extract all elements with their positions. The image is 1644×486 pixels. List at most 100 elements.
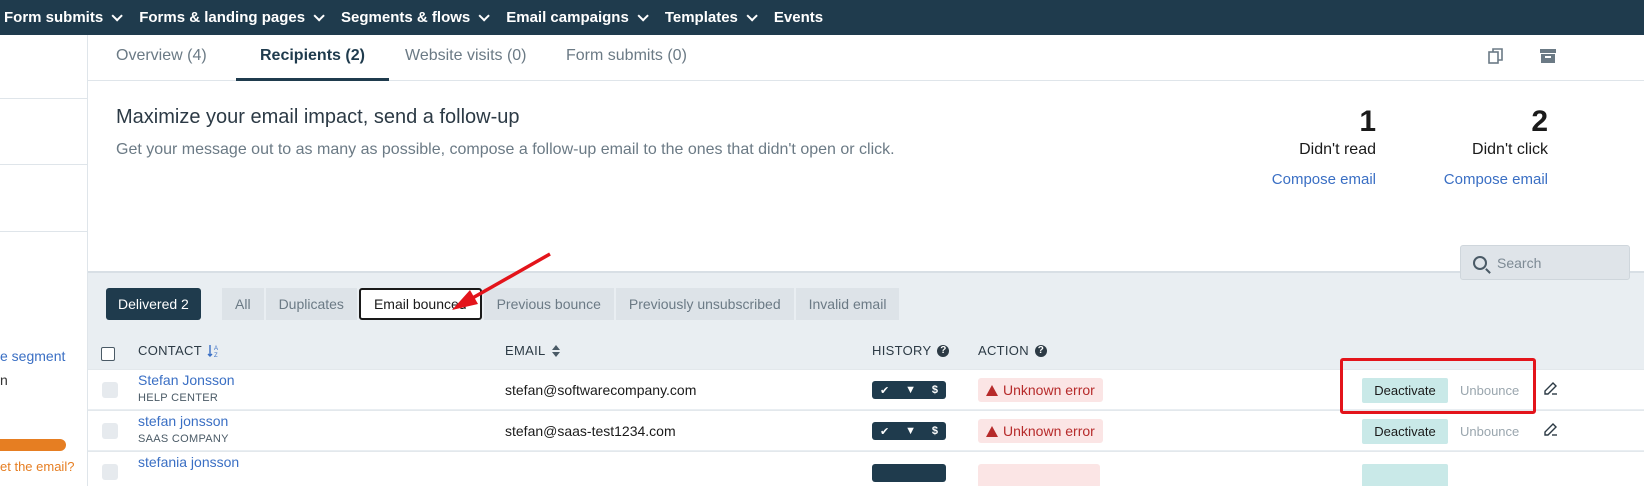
table-row: stefania jonsson [88,451,1644,486]
contact-company: SAAS COMPANY [138,433,229,445]
segment-link[interactable]: e segment [0,348,65,364]
svg-text:Z: Z [214,353,218,358]
tab-overview[interactable]: Overview (4) [92,35,231,81]
followup-title: Maximize your email impact, send a follo… [116,106,520,128]
action-text: Unknown error [1003,423,1095,439]
column-label: ACTION [978,343,1029,358]
contact-name-link[interactable]: stefania jonsson [138,454,239,470]
copy-icon[interactable] [1486,47,1506,67]
delivered-filter-button[interactable]: Delivered 2 [106,288,201,320]
row-checkbox[interactable] [102,423,118,439]
stat-label: Didn't click [1472,141,1548,158]
top-navigation: Form submits Forms & landing pages Segme… [0,0,1644,35]
column-history: HISTORY? [872,343,950,358]
nav-label: Templates [664,9,738,26]
column-email[interactable]: EMAIL [505,343,561,358]
filter-invalid-email[interactable]: Invalid email [795,288,900,320]
nav-label: Form submits [4,9,104,26]
nav-events[interactable]: Events [774,9,823,26]
nav-forms-landing-pages[interactable]: Forms & landing pages [139,9,325,26]
tab-form-submits[interactable]: Form submits (0) [542,35,711,81]
filter-duplicates[interactable]: Duplicates [265,288,357,320]
action-status [978,464,1100,486]
contact-name-link[interactable]: Stefan Jonsson [138,372,235,388]
chevron-down-icon [111,9,123,22]
help-icon[interactable]: ? [937,344,950,357]
chevron-down-icon [746,9,758,22]
column-label: HISTORY [872,343,932,358]
search-box[interactable] [1460,245,1630,280]
nav-email-campaigns[interactable]: Email campaigns [506,9,649,26]
column-label: CONTACT [138,343,202,358]
tab-recipients[interactable]: Recipients (2) [236,35,389,81]
dollar-icon: $ [931,384,939,396]
select-all-checkbox[interactable] [101,347,115,361]
contact-email: stefan@softwarecompany.com [505,382,697,398]
action-status: Unknown error [978,419,1103,443]
action-status: Unknown error [978,378,1103,402]
divider [0,98,88,99]
search-icon [1473,255,1487,270]
filter-previously-unsubscribed[interactable]: Previously unsubscribed [615,288,794,320]
edit-icon[interactable] [1544,422,1558,436]
filter-all[interactable]: All [222,288,264,320]
nav-label: Forms & landing pages [139,9,306,26]
tab-bar: Overview (4) Recipients (2) Website visi… [88,35,1644,81]
help-icon[interactable]: ? [1034,344,1047,357]
contact-email: stefan@saas-test1234.com [505,423,676,439]
left-panel: e segment n et the email? [0,35,88,486]
sort-alpha-icon: AZ [207,344,218,358]
check-icon: ✔ [879,384,890,397]
nav-form-submits[interactable]: Form submits [4,9,123,26]
table-row: Stefan Jonsson HELP CENTER stefan@softwa… [88,369,1644,409]
chevron-down-icon [313,9,325,22]
edit-icon[interactable] [1544,381,1558,395]
stat-didnt-read: 1 Didn't read Compose email [1272,105,1376,188]
filter-previous-bounce[interactable]: Previous bounce [483,288,614,320]
filter-group: All Duplicates Email bounced Previous bo… [222,288,901,320]
tab-website-visits[interactable]: Website visits (0) [381,35,551,81]
action-text: Unknown error [1003,382,1095,398]
divider [0,164,88,165]
history-badges: ✔ ▼ $ [872,422,946,440]
archive-icon[interactable] [1538,47,1558,67]
row-checkbox[interactable] [102,382,118,398]
compose-email-link[interactable]: Compose email [1272,171,1376,188]
nav-label: Events [773,9,824,26]
column-action: ACTION? [978,343,1047,358]
unbounce-button[interactable]: Unbounce [1460,378,1519,403]
deactivate-button[interactable]: Deactivate [1362,378,1448,403]
column-contact[interactable]: CONTACT AZ [138,343,221,358]
contact-company: HELP CENTER [138,392,219,404]
orange-progress-bar [0,439,66,451]
deactivate-button[interactable]: Deactivate [1362,419,1448,444]
followup-subtitle: Get your message out to as many as possi… [116,141,895,158]
history-badges: ✔ ▼ $ [872,381,946,399]
search-input[interactable] [1497,254,1627,271]
filter-email-bounced[interactable]: Email bounced [358,288,482,320]
nav-label: Email campaigns [506,9,629,26]
compose-email-link[interactable]: Compose email [1444,171,1548,188]
stat-label: Didn't read [1299,141,1376,158]
row-checkbox[interactable] [102,464,118,480]
followup-panel: Maximize your email impact, send a follo… [88,81,1644,273]
chevron-down-icon [478,9,491,22]
divider [0,231,88,232]
stat-didnt-click: 2 Didn't click Compose email [1444,105,1548,188]
warning-icon [986,385,998,396]
get-email-link[interactable]: et the email? [0,459,74,474]
table-header: CONTACT AZ EMAIL HISTORY? ACTION? [88,335,1644,369]
filter-icon: ▼ [905,384,916,396]
check-icon: ✔ [879,425,890,438]
warning-icon [986,426,998,437]
deactivate-button[interactable] [1362,464,1448,486]
nav-templates[interactable]: Templates [664,9,758,26]
unbounce-button[interactable]: Unbounce [1460,419,1519,444]
contact-name-link[interactable]: stefan jonsson [138,413,228,429]
column-label: EMAIL [505,343,546,358]
nav-segments-flows[interactable]: Segments & flows [341,9,491,26]
svg-text:A: A [214,346,218,352]
stat-number: 2 [1531,105,1548,138]
nav-label: Segments & flows [341,9,471,26]
chevron-down-icon [637,9,649,22]
